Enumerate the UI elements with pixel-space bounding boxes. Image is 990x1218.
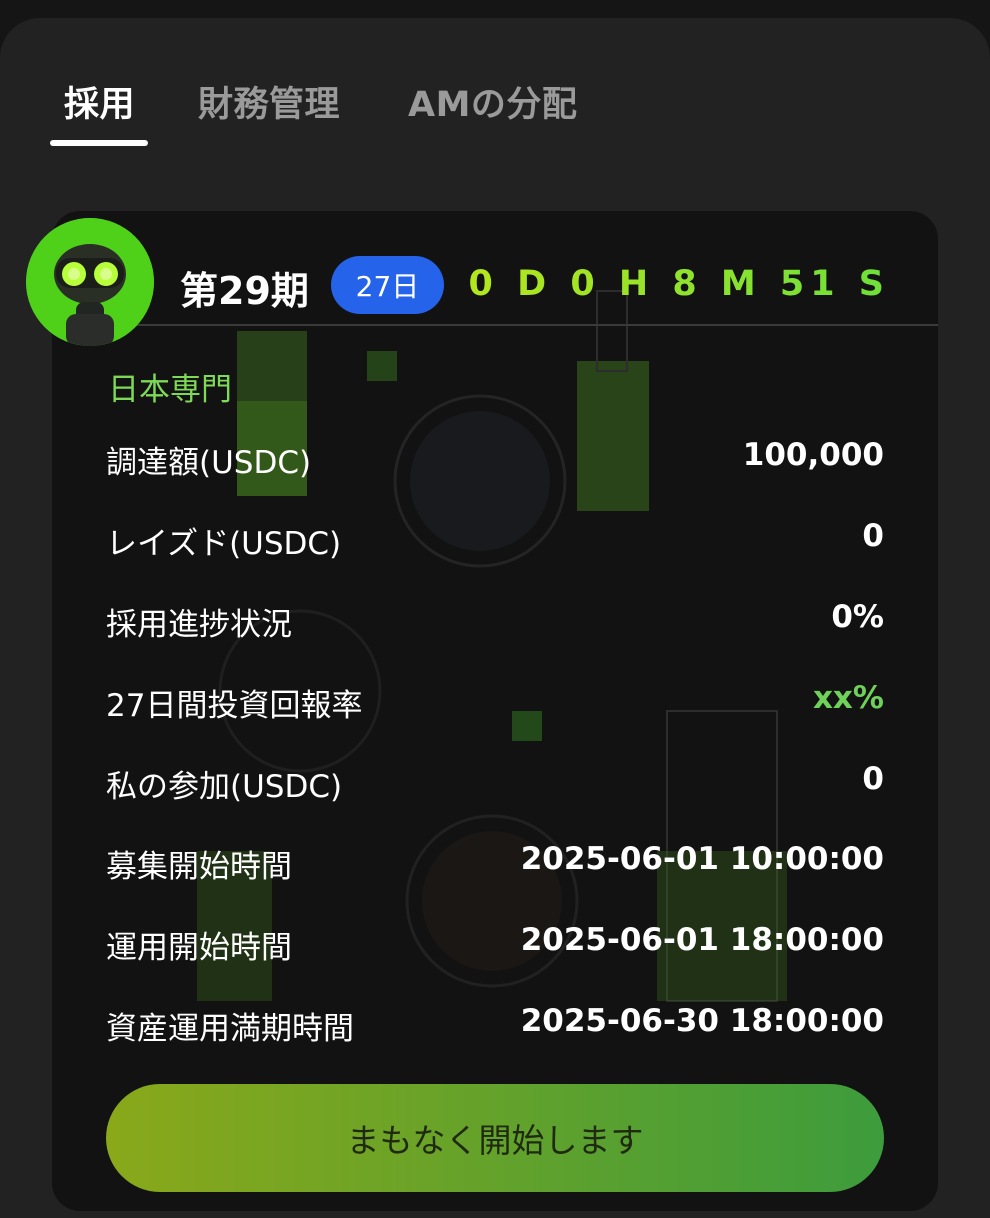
header-divider (52, 324, 938, 326)
region-label: 日本専門 (108, 372, 232, 408)
row-label: 募集開始時間 (106, 849, 292, 885)
row-label: 運用開始時間 (106, 930, 292, 966)
row-value: xx% (812, 680, 884, 716)
starting-soon-button[interactable]: まもなく開始します (106, 1084, 884, 1192)
row-value: 0 (862, 518, 884, 554)
countdown-timer: 0 D 0 H 8 M 51 S (468, 264, 890, 304)
row-value: 2025-06-01 18:00:00 (520, 922, 884, 958)
tab-bar: 採用 財務管理 AMの分配 (0, 18, 990, 168)
row-label: 資産運用満期時間 (106, 1011, 354, 1047)
row-value: 100,000 (742, 437, 884, 473)
row-value: 0 (862, 761, 884, 797)
row-label: 私の参加(USDC) (106, 769, 343, 805)
row-progress: 採用進捗状況 0% (106, 599, 884, 643)
row-label: 調達額(USDC) (106, 445, 312, 481)
tab-financial-management[interactable]: 財務管理 (198, 76, 340, 127)
row-raised: レイズド(USDC) 0 (106, 518, 884, 562)
row-value: 2025-06-01 10:00:00 (520, 841, 884, 877)
tab-recruitment[interactable]: 採用 (64, 76, 135, 127)
main-panel: 採用 財務管理 AMの分配 第29期 27日 0 D 0 H 8 M 51 S … (0, 18, 990, 1218)
row-my-participation: 私の参加(USDC) 0 (106, 761, 884, 805)
row-label: 採用進捗状況 (106, 607, 292, 643)
row-recruit-start: 募集開始時間 2025-06-01 10:00:00 (106, 841, 884, 885)
row-value: 0% (831, 599, 884, 635)
tab-am-distribution[interactable]: AMの分配 (408, 76, 577, 127)
row-label: 27日間投資回報率 (106, 688, 363, 724)
row-operation-start: 運用開始時間 2025-06-01 18:00:00 (106, 922, 884, 966)
row-maturity: 資産運用満期時間 2025-06-30 18:00:00 (106, 1003, 884, 1047)
row-label: レイズド(USDC) (106, 526, 342, 562)
row-roi: 27日間投資回報率 xx% (106, 680, 884, 724)
robot-avatar-icon (26, 218, 154, 346)
period-title: 第29期 (180, 269, 309, 313)
days-badge: 27日 (331, 256, 444, 314)
row-funding-amount: 調達額(USDC) 100,000 (106, 437, 884, 481)
active-tab-indicator (50, 140, 148, 146)
row-value: 2025-06-30 18:00:00 (520, 1003, 884, 1039)
